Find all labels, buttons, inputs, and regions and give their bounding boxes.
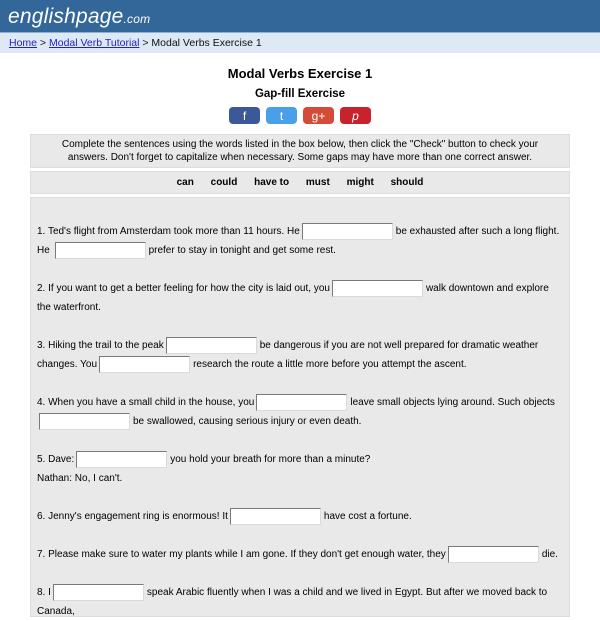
word-item: might [346,177,374,188]
question-8: 8. Ispeak Arabic fluently when I was a c… [37,583,563,621]
facebook-share-button[interactable]: f [229,107,260,124]
pinterest-share-button[interactable]: p [340,107,371,124]
question-text: prefer to stay in tonight and get some r… [148,245,336,256]
question-text: 3. Hiking the trail to the peak [37,340,164,351]
question-1: 1. Ted's flight from Amsterdam took more… [37,222,563,260]
question-5: 5. Dave: you hold your breath for more th… [37,450,563,488]
facebook-icon: f [242,109,247,123]
title-section: Modal Verbs Exercise 1 Gap-fill Exercise… [0,66,600,124]
gap-input-7[interactable] [447,545,539,563]
googleplus-share-button[interactable]: g+ [303,107,334,124]
breadcrumb: Home > Modal Verb Tutorial > Modal Verbs… [0,32,600,53]
social-share-bar: f t g+ p [0,107,600,124]
question-text: 5. Dave: [37,454,75,465]
question-text: 2. If you want to get a better feeling f… [37,283,330,294]
question-4: 4. When you have a small child in the ho… [37,393,563,431]
word-item: can [176,177,194,188]
word-box: can could have to must might should [30,171,570,194]
question-7: 7. Please make sure to water my plants w… [37,545,563,564]
question-text: have cost a fortune. [323,511,412,522]
page-title: Modal Verbs Exercise 1 [227,66,373,81]
word-item: have to [254,177,290,188]
instructions-text: Complete the sentences using the words l… [61,139,539,163]
question-text: 1. Ted's flight from Amsterdam took more… [37,226,300,237]
gap-input-4b[interactable] [39,412,130,430]
gap-input-2[interactable] [331,279,423,297]
question-text: leave small objects lying around. Such o… [350,397,555,408]
word-item: could [210,177,238,188]
question-text: research the route a little more before … [193,359,467,370]
breadcrumb-tutorial-link[interactable]: Modal Verb Tutorial [49,37,139,49]
gap-input-5[interactable] [76,450,168,468]
logo-tld-text: .com [123,12,151,26]
gap-input-6[interactable] [229,507,321,525]
word-item: should [390,177,424,188]
breadcrumb-home-link[interactable]: Home [9,37,37,49]
site-header: englishpage.com [0,0,600,32]
breadcrumb-separator: > [37,37,49,49]
question-6: 6. Jenny's engagement ring is enormous! … [37,507,563,526]
gap-input-8[interactable] [52,583,144,601]
site-logo[interactable]: englishpage.com [8,5,150,28]
question-text: you hold your breath for more than a min… [170,454,371,465]
question-text: 8. I [37,587,51,598]
breadcrumb-separator: > [139,37,152,49]
gap-input-1b[interactable] [54,241,146,259]
gap-input-1a[interactable] [301,222,393,240]
twitter-icon: t [279,109,284,123]
page-subtitle: Gap-fill Exercise [254,88,346,100]
question-text: be swallowed, causing serious injury or … [133,416,362,427]
pinterest-icon: p [352,109,359,123]
question-text: 4. When you have a small child in the ho… [37,397,255,408]
question-2: 2. If you want to get a better feeling f… [37,279,563,317]
logo-main-text: englishpage [8,5,124,28]
gap-input-4a[interactable] [256,393,348,411]
gap-input-3b[interactable] [99,355,191,373]
exercise-panel: 1. Ted's flight from Amsterdam took more… [30,197,570,617]
instructions-panel: Complete the sentences using the words l… [30,134,570,168]
question-text: Nathan: No, I can't. [37,473,123,484]
question-3: 3. Hiking the trail to the peak be danger… [37,336,563,374]
word-item: must [305,177,330,188]
question-text: 6. Jenny's engagement ring is enormous! … [37,511,228,522]
question-text: die. [541,549,558,560]
googleplus-icon: g+ [311,109,326,123]
breadcrumb-current: Modal Verbs Exercise 1 [151,37,262,49]
twitter-share-button[interactable]: t [266,107,297,124]
question-text: 7. Please make sure to water my plants w… [37,549,446,560]
gap-input-3a[interactable] [165,336,257,354]
